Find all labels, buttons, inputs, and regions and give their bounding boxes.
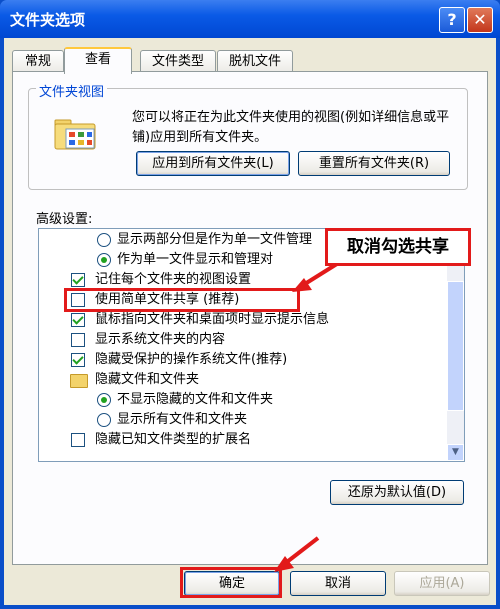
list-item-label: 鼠标指向文件夹和桌面项时显示提示信息 — [95, 312, 330, 327]
callout-box: 取消勾选共享 — [325, 228, 471, 266]
dialog-client: 常规 查看 文件类型 脱机文件 文件夹视图 您可以将正在为此文件夹使用的视图(例… — [4, 38, 496, 605]
radio-button[interactable] — [97, 233, 111, 247]
list-item-label: 显示两部分但是作为单一文件管理 — [117, 232, 313, 247]
checkbox[interactable] — [71, 313, 85, 327]
ok-highlight-box — [180, 567, 282, 598]
checkbox[interactable] — [71, 273, 85, 287]
close-button[interactable]: ✕ — [467, 7, 493, 33]
title-bar[interactable]: 文件夹选项 ? ✕ — [0, 0, 500, 38]
advanced-settings-label: 高级设置: — [36, 212, 93, 227]
list-item-label: 显示系统文件夹的内容 — [95, 332, 226, 347]
checkbox[interactable] — [71, 333, 85, 347]
reset-all-folders-button[interactable]: 重置所有文件夹(R) — [298, 151, 450, 176]
list-item-label: 隐藏已知文件类型的扩展名 — [95, 432, 252, 447]
list-item-label: 隐藏文件和文件夹 — [95, 372, 200, 387]
list-item-label: 不显示隐藏的文件和文件夹 — [117, 392, 274, 407]
tab-general-label: 常规 — [24, 54, 51, 69]
folder-views-legend: 文件夹视图 — [36, 81, 108, 100]
tab-view[interactable]: 查看 — [64, 47, 132, 74]
list-item-label: 隐藏受保护的操作系统文件(推荐) — [95, 352, 288, 367]
folder-options-window: 文件夹选项 ? ✕ 常规 查看 文件类型 脱机文件 文件夹视图 您可以将正在为此… — [0, 0, 500, 609]
checkbox[interactable] — [71, 353, 85, 367]
highlight-box — [64, 288, 300, 312]
window-title: 文件夹选项 — [10, 11, 86, 29]
help-button[interactable]: ? — [439, 7, 465, 33]
list-item-label: 作为单一文件显示和管理对 — [117, 252, 274, 267]
folder-icon — [70, 374, 88, 388]
tab-offline-files-label: 脱机文件 — [228, 54, 281, 69]
folder-views-icon — [54, 119, 96, 150]
tab-file-types[interactable]: 文件类型 — [140, 50, 216, 72]
radio-button[interactable] — [97, 253, 111, 267]
folder-views-description: 您可以将正在为此文件夹使用的视图(例如详细信息或平铺)应用到所有文件夹。 — [132, 110, 450, 145]
scroll-thumb[interactable] — [447, 281, 464, 411]
cancel-button[interactable]: 取消 — [290, 571, 386, 596]
tab-view-label: 查看 — [84, 52, 111, 67]
radio-button[interactable] — [97, 393, 111, 407]
tab-general[interactable]: 常规 — [12, 50, 64, 72]
apply-to-all-folders-button[interactable]: 应用到所有文件夹(L) — [136, 151, 290, 176]
list-item-label: 记住每个文件夹的视图设置 — [95, 272, 252, 287]
tab-file-types-label: 文件类型 — [151, 54, 204, 69]
list-item-label: 显示所有文件和文件夹 — [117, 412, 248, 427]
apply-button[interactable]: 应用(A) — [394, 571, 490, 596]
scroll-down-icon[interactable]: ▼ — [447, 444, 464, 461]
restore-defaults-button[interactable]: 还原为默认值(D) — [330, 480, 464, 505]
checkbox[interactable] — [71, 433, 85, 447]
radio-button[interactable] — [97, 413, 111, 427]
tab-offline-files[interactable]: 脱机文件 — [217, 50, 293, 72]
